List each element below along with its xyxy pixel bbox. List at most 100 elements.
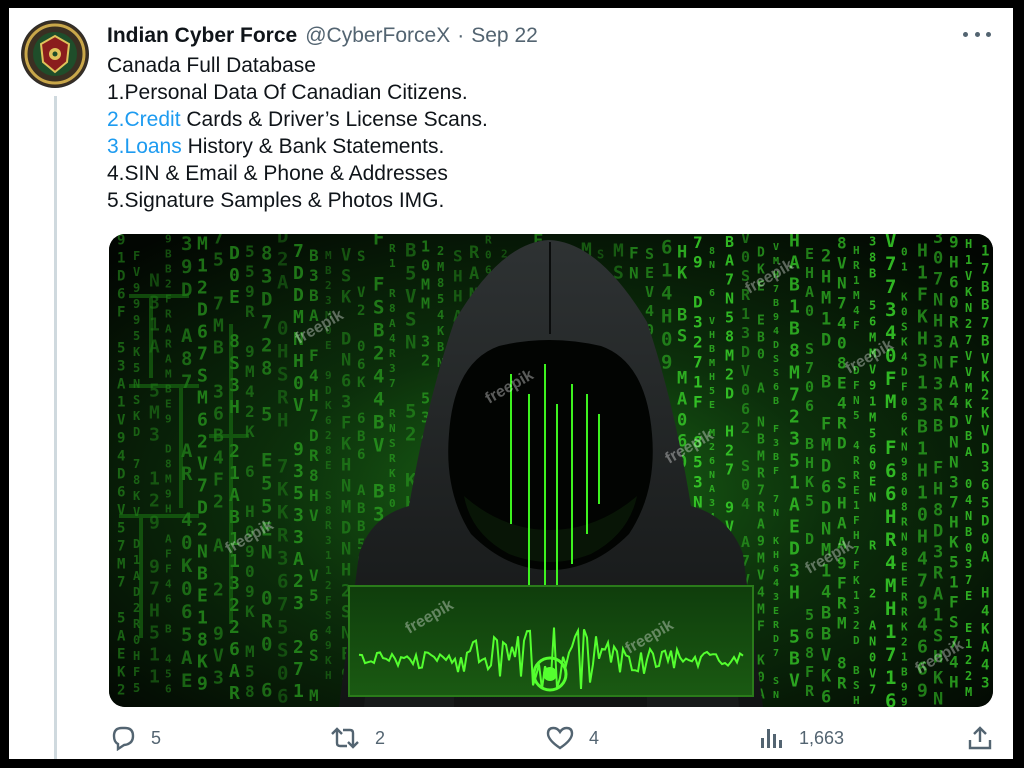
matrix-glyph: 8 xyxy=(901,471,908,484)
matrix-glyph: D xyxy=(133,425,140,439)
matrix-glyph: 2 xyxy=(213,580,224,601)
like-button[interactable]: 4 xyxy=(545,724,599,752)
matrix-glyph: B xyxy=(165,623,172,636)
matrix-glyph: R xyxy=(853,469,860,482)
matrix-glyph: 1 xyxy=(117,394,125,410)
matrix-glyph: S xyxy=(389,437,396,450)
matrix-glyph: A xyxy=(213,536,224,557)
matrix-glyph: 6 xyxy=(165,593,172,606)
matrix-glyph: E xyxy=(261,449,272,471)
author-handle[interactable]: @CyberForceX xyxy=(305,24,450,48)
matrix-glyph: D xyxy=(693,293,703,312)
matrix-glyph: 6 xyxy=(773,382,779,393)
matrix-glyph: 2 xyxy=(261,334,272,356)
matrix-glyph: A xyxy=(725,252,734,270)
matrix-glyph: D xyxy=(725,385,734,403)
matrix-glyph: N xyxy=(853,394,860,407)
matrix-glyph: F xyxy=(213,470,224,491)
matrix-glyph: 7 xyxy=(837,294,847,313)
share-button[interactable] xyxy=(967,724,993,752)
matrix-glyph: N xyxy=(389,422,396,435)
retweet-button[interactable]: 2 xyxy=(329,724,385,752)
matrix-glyph: D xyxy=(821,499,831,519)
matrix-glyph: 2 xyxy=(437,244,444,258)
matrix-glyph: 5 xyxy=(133,329,140,343)
matrix-glyph: B xyxy=(437,340,444,354)
matrix-glyph: 3 xyxy=(933,234,943,248)
avatar[interactable] xyxy=(21,20,89,88)
matrix-glyph: 6 xyxy=(357,411,365,427)
matrix-glyph: 3 xyxy=(869,234,876,248)
matrix-glyph: M xyxy=(869,410,876,424)
tweet-card[interactable]: Indian Cyber Force @CyberForceX · Sep 22… xyxy=(9,8,1013,759)
matrix-glyph: 5 xyxy=(261,403,272,425)
matrix-glyph: K xyxy=(389,467,396,480)
matrix-glyph: M xyxy=(821,289,831,309)
author-display-name[interactable]: Indian Cyber Force xyxy=(107,24,297,48)
matrix-glyph: 8 xyxy=(805,644,814,662)
matrix-glyph: H xyxy=(933,312,943,332)
matrix-glyph: 6 xyxy=(165,683,172,696)
matrix-glyph: 9 xyxy=(245,342,255,361)
tweet-date[interactable]: Sep 22 xyxy=(471,24,538,48)
matrix-glyph: F xyxy=(901,381,908,394)
matrix-glyph: 7 xyxy=(933,270,943,290)
hashtag-link-loans[interactable]: 3.Loans xyxy=(107,135,182,158)
matrix-glyph: H xyxy=(789,234,800,251)
matrix-glyph: 0 xyxy=(741,248,750,266)
matrix-glyph: 3 xyxy=(421,332,430,350)
reply-button[interactable]: 5 xyxy=(109,724,161,752)
matrix-glyph: F xyxy=(853,514,860,527)
matrix-glyph: 1 xyxy=(325,549,332,562)
matrix-glyph: A xyxy=(709,484,715,495)
matrix-glyph: 7 xyxy=(213,234,224,249)
more-options-icon[interactable] xyxy=(963,24,991,44)
matrix-glyph: M xyxy=(197,234,208,255)
matrix-glyph: 4 xyxy=(325,624,332,637)
matrix-glyph: V xyxy=(965,349,972,363)
matrix-glyph: F xyxy=(885,437,896,459)
matrix-glyph: 7 xyxy=(725,461,734,479)
matrix-glyph: B xyxy=(773,298,779,309)
matrix-glyph: B xyxy=(357,519,365,535)
matrix-glyph: R xyxy=(261,610,273,632)
matrix-glyph: R xyxy=(885,529,897,551)
matrix-glyph: 2 xyxy=(293,637,304,658)
matrix-glyph: H xyxy=(773,550,779,561)
matrix-glyph: 5 xyxy=(117,340,125,356)
hashtag-link-credit[interactable]: 2.Credit xyxy=(107,108,181,131)
matrix-glyph: 7 xyxy=(981,316,989,332)
tweet-media-image[interactable]: 91D6F53A1V94D6V57M75AEK2FV9995K5NSKD78KV… xyxy=(109,234,993,707)
matrix-glyph: 0 xyxy=(757,347,765,362)
matrix-glyph: R xyxy=(469,243,480,263)
matrix-glyph: A xyxy=(805,283,814,301)
matrix-glyph: K xyxy=(133,489,141,503)
matrix-glyph: E xyxy=(869,474,876,488)
matrix-glyph: V xyxy=(133,265,140,279)
matrix-glyph: B xyxy=(309,246,319,265)
matrix-glyph: 1 xyxy=(853,589,860,602)
matrix-glyph: 8 xyxy=(725,328,734,346)
matrix-glyph: R xyxy=(853,259,860,272)
matrix-glyph: 1 xyxy=(741,305,750,323)
matrix-glyph: H xyxy=(805,264,814,282)
views-button[interactable]: 1,663 xyxy=(759,724,844,752)
matrix-glyph: 2 xyxy=(421,351,430,369)
matrix-glyph: 6 xyxy=(885,483,896,505)
matrix-glyph: 1 xyxy=(885,621,896,643)
matrix-glyph: H xyxy=(949,513,959,532)
matrix-glyph: K xyxy=(981,622,990,638)
matrix-glyph: F xyxy=(949,593,959,612)
matrix-glyph: K xyxy=(901,291,908,304)
matrix-glyph: 9 xyxy=(325,639,332,652)
matrix-glyph: K xyxy=(853,574,860,587)
matrix-glyph: S xyxy=(741,457,750,475)
matrix-glyph: 7 xyxy=(133,457,140,471)
matrix-glyph: 9 xyxy=(117,234,125,248)
matrix-glyph: 5 xyxy=(949,553,959,572)
matrix-glyph: 0 xyxy=(901,246,908,259)
matrix-glyph: F xyxy=(773,424,779,435)
matrix-glyph: A xyxy=(229,661,240,682)
matrix-glyph: 2 xyxy=(821,247,831,267)
matrix-glyph: V xyxy=(197,454,208,475)
